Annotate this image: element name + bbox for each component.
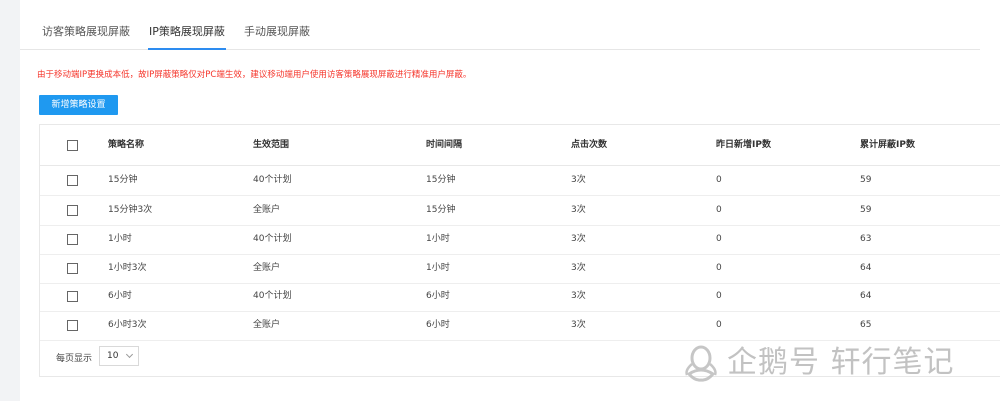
page: 访客策略展现屏蔽 IP策略展现屏蔽 手动展现屏蔽 由于移动端IP更换成本低，故I… (0, 0, 1000, 401)
cell-interval: 1小时 (426, 263, 450, 273)
cell-new-ip: 0 (716, 291, 722, 301)
cell-interval: 15分钟 (426, 205, 456, 215)
cell-new-ip: 0 (716, 234, 722, 244)
page-size-select[interactable]: 10 (99, 346, 139, 366)
row-checkbox[interactable] (67, 263, 78, 274)
chevron-down-icon (125, 350, 134, 359)
tab-manual-block[interactable]: 手动展现屏蔽 (244, 22, 310, 48)
cell-clicks: 3次 (571, 263, 586, 273)
cell-total-ip: 65 (860, 320, 872, 330)
page-size-label: 每页显示 (56, 354, 93, 364)
cell-new-ip: 0 (716, 320, 722, 330)
header-total-ip: 累计屏蔽IP数 (860, 140, 915, 150)
cell-name: 15分钟3次 (108, 205, 153, 215)
row-checkbox[interactable] (67, 205, 78, 216)
cell-new-ip: 0 (716, 175, 722, 185)
page-size-value: 10 (107, 351, 119, 361)
cell-name: 6小时3次 (108, 320, 147, 330)
cell-clicks: 3次 (571, 291, 586, 301)
left-gutter (0, 0, 20, 401)
row-checkbox[interactable] (67, 291, 78, 302)
cell-new-ip: 0 (716, 263, 722, 273)
cell-scope: 40个计划 (253, 175, 292, 185)
cell-clicks: 3次 (571, 234, 586, 244)
row-checkbox[interactable] (67, 175, 78, 186)
penguin-logo-icon (685, 345, 717, 382)
table-row: 15分钟 40个计划 15分钟 3次 0 59 (40, 166, 1000, 196)
cell-name: 15分钟 (108, 175, 138, 185)
cell-clicks: 3次 (571, 320, 586, 330)
cell-total-ip: 64 (860, 291, 872, 301)
table-header: 策略名称 生效范围 时间间隔 点击次数 昨日新增IP数 累计屏蔽IP数 (40, 125, 1000, 166)
cell-name: 1小时 (108, 234, 132, 244)
cell-clicks: 3次 (571, 205, 586, 215)
cell-total-ip: 59 (860, 175, 872, 185)
cell-interval: 15分钟 (426, 175, 456, 185)
cell-scope: 全账户 (253, 320, 281, 330)
header-interval: 时间间隔 (426, 140, 463, 150)
add-strategy-button[interactable]: 新增策略设置 (39, 95, 118, 115)
cell-scope: 40个计划 (253, 234, 292, 244)
notice-text: 由于移动端IP更换成本低，故IP屏蔽策略仅对PC端生效，建议移动端用户使用访客策… (37, 70, 472, 80)
table-row: 6小时 40个计划 6小时 3次 0 64 (40, 282, 1000, 312)
table-row: 6小时3次 全账户 6小时 3次 0 65 (40, 311, 1000, 341)
cell-total-ip: 64 (860, 263, 872, 273)
table-row: 15分钟3次 全账户 15分钟 3次 0 59 (40, 196, 1000, 226)
cell-name: 6小时 (108, 291, 132, 301)
cell-scope: 全账户 (253, 205, 281, 215)
watermark: 企鹅号 轩行笔记 (683, 342, 983, 386)
select-all-checkbox[interactable] (67, 140, 78, 151)
row-checkbox[interactable] (67, 320, 78, 331)
row-checkbox[interactable] (67, 234, 78, 245)
table-row: 1小时 40个计划 1小时 3次 0 63 (40, 225, 1000, 255)
header-scope: 生效范围 (253, 140, 290, 150)
strategy-table: 策略名称 生效范围 时间间隔 点击次数 昨日新增IP数 累计屏蔽IP数 15分钟… (39, 124, 1000, 377)
header-new-ip: 昨日新增IP数 (716, 140, 771, 150)
cell-scope: 全账户 (253, 263, 281, 273)
cell-total-ip: 59 (860, 205, 872, 215)
cell-clicks: 3次 (571, 175, 586, 185)
cell-scope: 40个计划 (253, 291, 292, 301)
cell-name: 1小时3次 (108, 263, 147, 273)
cell-interval: 6小时 (426, 320, 450, 330)
cell-total-ip: 63 (860, 234, 872, 244)
cell-new-ip: 0 (716, 205, 722, 215)
cell-interval: 1小时 (426, 234, 450, 244)
tab-ip-strategy[interactable]: IP策略展现屏蔽 (148, 22, 226, 50)
tab-bar: 访客策略展现屏蔽 IP策略展现屏蔽 手动展现屏蔽 (20, 22, 980, 50)
table-row: 1小时3次 全账户 1小时 3次 0 64 (40, 254, 1000, 284)
tab-visitor-strategy[interactable]: 访客策略展现屏蔽 (42, 22, 130, 48)
header-name: 策略名称 (108, 140, 145, 150)
watermark-text: 企鹅号 轩行笔记 (727, 345, 955, 380)
header-clicks: 点击次数 (571, 140, 608, 150)
cell-interval: 6小时 (426, 291, 450, 301)
